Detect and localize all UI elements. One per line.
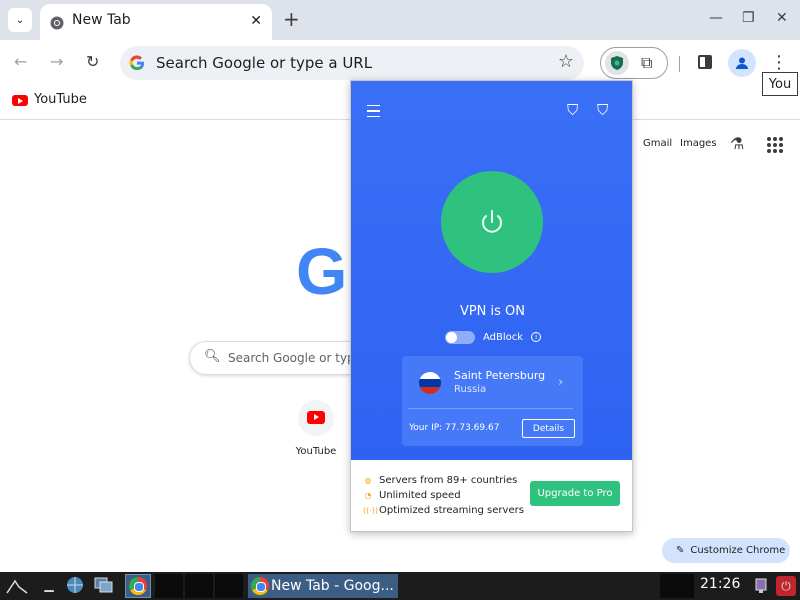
puzzle-icon[interactable]: ⧉ xyxy=(641,53,652,73)
network-icon[interactable] xyxy=(64,574,86,596)
new-tab-button[interactable]: + xyxy=(283,8,300,30)
google-icon xyxy=(128,54,146,72)
shield-check-icon[interactable]: ⛉ xyxy=(567,101,578,119)
location-card: Saint Petersburg Russia › Your IP: 77.73… xyxy=(402,356,583,446)
vpn-popup: ⛉ ⛉ VPN is ON AdBlock i Saint Petersburg… xyxy=(350,80,633,532)
tab-strip: ⌄ New Tab ✕ + — ❐ ✕ xyxy=(0,0,800,40)
feature-item: ◍ Servers from 89+ countries xyxy=(364,475,518,486)
back-button[interactable]: ← xyxy=(14,52,27,71)
feature-item: ◔ Unlimited speed xyxy=(364,490,461,501)
speedometer-icon: ◔ xyxy=(364,491,372,500)
upgrade-button[interactable]: Upgrade to Pro xyxy=(530,481,620,506)
extensions-area: ⧉ xyxy=(600,47,668,79)
omnibox[interactable]: Search Google or type a URL ☆ xyxy=(120,46,584,80)
taskbar-chrome-launcher[interactable] xyxy=(125,574,151,598)
labs-flask-icon[interactable]: ⚗ xyxy=(730,134,744,153)
power-button[interactable] xyxy=(441,171,543,273)
shortcut-icon-circle xyxy=(298,400,334,436)
taskbar-window-chrome[interactable]: New Tab - Goog... xyxy=(248,574,398,598)
side-panel-icon[interactable] xyxy=(698,55,712,69)
search-icon: 🔍︎ xyxy=(204,349,221,364)
workspace-3[interactable] xyxy=(215,574,243,598)
forward-button[interactable]: → xyxy=(50,52,63,71)
close-tab-icon[interactable]: ✕ xyxy=(250,13,262,29)
location-country: Russia xyxy=(454,384,487,395)
tab-new-tab[interactable]: New Tab ✕ xyxy=(40,4,272,40)
chevron-down-icon: ⌄ xyxy=(15,14,25,26)
hamburger-menu-icon[interactable] xyxy=(367,105,380,117)
usb-tray-icon[interactable] xyxy=(750,574,772,596)
ip-address: Your IP: 77.73.69.67 xyxy=(409,423,500,433)
details-button[interactable]: Details xyxy=(522,419,575,438)
bookmark-star-icon[interactable]: ☆ xyxy=(558,51,574,72)
chrome-icon xyxy=(129,577,147,595)
chevron-right-icon[interactable]: › xyxy=(558,375,563,390)
customize-label: Customize Chrome xyxy=(690,545,786,556)
taskbar: ▁ New Tab - Goog... 21:26 ⏻ xyxy=(0,572,800,600)
youtube-icon xyxy=(12,95,28,106)
adblock-label: AdBlock xyxy=(483,331,524,343)
location-city[interactable]: Saint Petersburg xyxy=(454,369,545,382)
feature-list: ◍ Servers from 89+ countries ◔ Unlimited s… xyxy=(363,473,524,518)
window-switcher-icon[interactable] xyxy=(93,574,115,596)
bookmark-youtube[interactable]: YouTube xyxy=(34,92,87,107)
clock: 21:26 xyxy=(700,576,741,592)
power-off-icon[interactable]: ⏻ xyxy=(776,576,796,596)
card-divider xyxy=(408,408,573,409)
chrome-icon xyxy=(50,15,64,30)
vpn-extension-icon[interactable] xyxy=(605,51,629,75)
workspace-1[interactable] xyxy=(155,574,183,598)
vpn-status-text: VPN is ON xyxy=(459,304,526,319)
russia-flag-icon xyxy=(419,372,441,394)
desktop-icon[interactable]: ▁ xyxy=(38,574,60,596)
chrome-icon xyxy=(251,577,269,595)
google-logo: G xyxy=(296,234,348,308)
youtube-icon xyxy=(307,411,325,424)
gmail-link[interactable]: Gmail xyxy=(643,138,672,149)
pencil-icon: ✎ xyxy=(676,545,685,556)
shortcut-youtube[interactable]: YouTube xyxy=(296,400,336,457)
toolbar-divider xyxy=(679,56,680,72)
info-icon[interactable]: i xyxy=(531,332,542,342)
person-icon xyxy=(736,57,748,69)
profile-avatar[interactable] xyxy=(728,49,756,77)
apps-grid-icon[interactable] xyxy=(767,137,783,153)
adblock-toggle[interactable] xyxy=(445,330,475,344)
reload-button[interactable]: ↻ xyxy=(86,52,99,71)
power-icon xyxy=(482,210,502,233)
vpn-popup-header: ⛉ ⛉ VPN is ON AdBlock i Saint Petersburg… xyxy=(351,81,632,460)
feature-item: ((·)) Optimized streaming servers xyxy=(363,505,524,516)
images-link[interactable]: Images xyxy=(680,138,717,149)
tab-title: New Tab xyxy=(72,12,131,28)
start-menu-icon[interactable] xyxy=(4,574,30,596)
minimize-icon[interactable]: — xyxy=(709,10,723,26)
customize-chrome-button[interactable]: ✎ Customize Chrome xyxy=(662,538,790,563)
shield-x-icon[interactable]: ⛉ xyxy=(597,101,608,119)
adblock-row: AdBlock i xyxy=(445,329,542,345)
taskbar-window-title: New Tab - Goog... xyxy=(271,578,394,594)
broadcast-icon: ((·)) xyxy=(363,506,379,515)
shortcut-label: YouTube xyxy=(295,446,337,457)
tray-area xyxy=(660,574,694,598)
globe-icon: ◍ xyxy=(364,476,372,485)
kebab-menu-icon[interactable]: ⋮ xyxy=(770,52,788,73)
close-window-icon[interactable]: ✕ xyxy=(776,10,788,26)
omnibox-placeholder: Search Google or type a URL xyxy=(156,54,373,72)
workspace-2[interactable] xyxy=(185,574,213,598)
tab-search-button[interactable]: ⌄ xyxy=(8,8,32,32)
restore-icon[interactable]: ❐ xyxy=(742,10,755,26)
